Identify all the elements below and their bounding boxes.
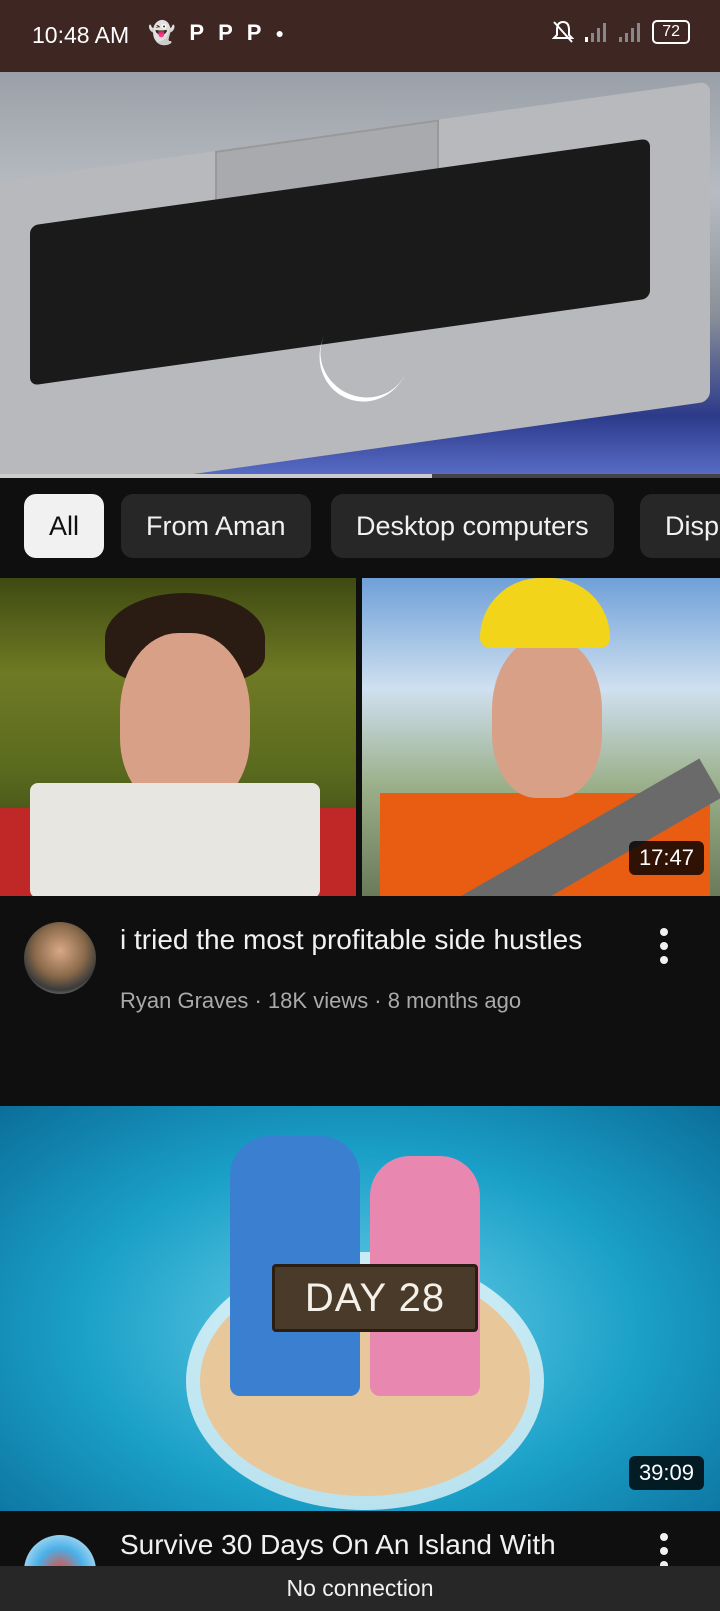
more-options-icon[interactable] [658, 928, 670, 964]
video-thumbnail[interactable]: DAY 28 39:09 [0, 1106, 720, 1511]
avatar[interactable] [24, 922, 96, 994]
snapchat-icon: 👻 [148, 20, 176, 45]
status-bar: 10:48 AM 👻 P P P ● 72 [0, 0, 720, 72]
more-options-icon[interactable] [658, 1533, 670, 1566]
dot-icon: ● [275, 25, 284, 41]
system-status-icons: 72 [552, 20, 690, 44]
p-icon: P [218, 20, 233, 45]
filter-chips: All From Aman Desktop computers Disp [0, 478, 720, 578]
chip-desktop-computers[interactable]: Desktop computers [331, 494, 614, 558]
video-details: Survive 30 Days On An Island With [0, 1511, 720, 1566]
battery-indicator: 72 [652, 20, 690, 44]
connection-status-bar: No connection [0, 1566, 720, 1611]
chip-from-aman[interactable]: From Aman [121, 494, 311, 558]
video-details: i tried the most profitable side hustles… [0, 896, 720, 1076]
video-duration: 17:47 [628, 841, 704, 875]
video-thumbnail[interactable]: 17:47 [0, 578, 720, 896]
video-duration: 39:09 [628, 1456, 704, 1490]
thumbnail-egg-tray [30, 783, 320, 896]
video-metadata: Ryan Graves · 18K views · 8 months ago [120, 988, 522, 1013]
thumbnail-face [492, 638, 602, 798]
p-icon: P [189, 20, 205, 45]
chip-disp[interactable]: Disp [640, 494, 720, 558]
signal-icon [619, 23, 641, 42]
avatar[interactable] [24, 1535, 96, 1566]
thumbnail-golf-side [0, 578, 356, 896]
status-time: 10:48 AM [32, 22, 130, 48]
thumbnail-face [120, 633, 250, 808]
bell-off-icon [552, 20, 575, 43]
video-title[interactable]: i tried the most profitable side hustles [120, 920, 630, 960]
signal-icon [585, 23, 607, 42]
chip-all[interactable]: All [24, 494, 105, 558]
thumbnail-sign: DAY 28 [272, 1264, 478, 1332]
notification-icons: 👻 P P P ● [148, 20, 284, 46]
video-title[interactable]: Survive 30 Days On An Island With [120, 1525, 630, 1565]
video-player[interactable] [0, 72, 720, 477]
p-icon: P [246, 20, 262, 45]
